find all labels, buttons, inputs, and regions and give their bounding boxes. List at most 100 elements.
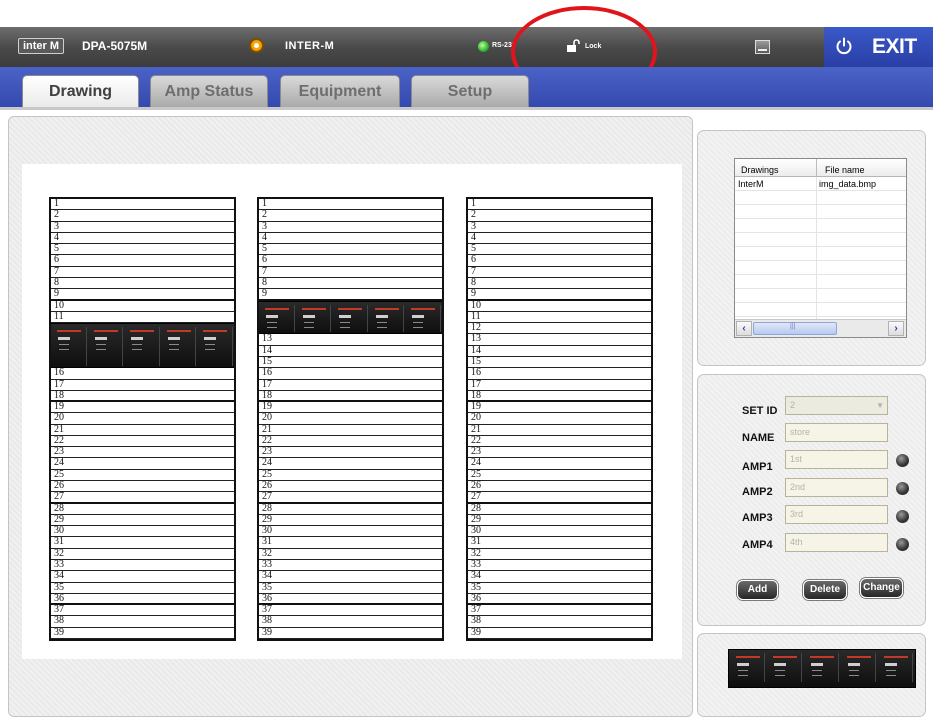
rack-unit-row[interactable]: 6 xyxy=(468,255,651,267)
rack-unit-row[interactable]: 32 xyxy=(468,548,651,561)
rack-unit-row[interactable]: 37 xyxy=(468,605,651,617)
rack-unit-row[interactable]: 16 xyxy=(259,368,442,380)
rack-unit-row[interactable]: 39 xyxy=(259,627,442,639)
rack-unit-row[interactable]: 38 xyxy=(259,616,442,628)
amp2-field[interactable]: 2nd xyxy=(785,478,888,497)
rack-unit-row[interactable]: 31 xyxy=(51,537,234,549)
rack-unit-row[interactable]: 8 xyxy=(51,277,234,290)
rack-unit-row[interactable]: 18 xyxy=(468,390,651,403)
rack-unit-row[interactable]: 1 xyxy=(468,199,651,211)
rack-unit-row[interactable]: 10 xyxy=(468,300,651,312)
rack-unit-row[interactable]: 2 xyxy=(468,210,651,222)
horizontal-scrollbar[interactable]: ‹ › xyxy=(735,319,906,337)
drawings-list[interactable]: Drawings File name InterM img_data.bmp ‹ … xyxy=(734,158,907,338)
rack-unit-row[interactable]: 13 xyxy=(468,334,651,346)
rack-unit-row[interactable]: 9 xyxy=(51,289,234,301)
rack-unit-row[interactable]: 30 xyxy=(259,526,442,538)
rack-unit-row[interactable]: 27 xyxy=(468,492,651,504)
scroll-left-icon[interactable]: ‹ xyxy=(736,321,752,336)
rack-unit-row[interactable]: 24 xyxy=(468,458,651,470)
rack-unit-row[interactable]: 27 xyxy=(51,492,234,504)
rack-unit-row[interactable]: 28 xyxy=(468,503,651,515)
rack-2[interactable]: 1 2 3 4 5 6 7 8 9 13 14 15 16 17 18 19 20 21 22 23 24 25 26 27 2… xyxy=(257,197,444,641)
rack-unit-row[interactable]: 8 xyxy=(468,277,651,290)
rack-unit-row[interactable]: 12 xyxy=(468,323,651,335)
rack-unit-row[interactable]: 3 xyxy=(468,221,651,233)
rack-unit-row[interactable]: 37 xyxy=(259,605,442,617)
rack-unit-row[interactable]: 31 xyxy=(259,537,442,549)
rack-unit-row[interactable]: 34 xyxy=(51,571,234,583)
rack-unit-row[interactable]: 23 xyxy=(51,447,234,459)
rack-unit-row[interactable]: 10 xyxy=(51,300,234,312)
rack-unit-row[interactable]: 21 xyxy=(51,424,234,436)
rack-unit-row[interactable]: 5 xyxy=(259,244,442,256)
rack-unit-row[interactable]: 15 xyxy=(259,356,442,369)
rack-unit-row[interactable]: 18 xyxy=(259,390,442,403)
rack-unit-row[interactable]: 6 xyxy=(51,255,234,267)
rack-unit-row[interactable]: 20 xyxy=(51,413,234,425)
rack-unit-row[interactable]: 1 xyxy=(51,199,234,211)
rack-unit-row[interactable]: 35 xyxy=(468,582,651,594)
rack-unit-row[interactable]: 33 xyxy=(468,560,651,572)
rack-unit-row[interactable]: 34 xyxy=(468,571,651,583)
rack-unit-row[interactable]: 1 xyxy=(259,199,442,211)
rack-3[interactable]: 1 2 3 4 5 6 7 8 9 10 11 12 13 14 15 16 17 18 19 20 21 22 23 24 2… xyxy=(466,197,653,641)
rack-unit-row[interactable]: 22 xyxy=(259,435,442,448)
amplifier-unit[interactable] xyxy=(259,300,442,335)
rack-unit-row[interactable]: 36 xyxy=(259,593,442,606)
rack-unit-row[interactable]: 2 xyxy=(51,210,234,222)
rack-unit-row[interactable]: 26 xyxy=(259,481,442,493)
amp3-field[interactable]: 3rd xyxy=(785,505,888,524)
rack-unit-row[interactable]: 27 xyxy=(259,492,442,504)
rack-unit-row[interactable]: 16 xyxy=(51,368,234,380)
rack-unit-row[interactable]: 18 xyxy=(51,390,234,403)
rack-unit-row[interactable]: 24 xyxy=(259,458,442,470)
rack-unit-row[interactable]: 5 xyxy=(51,244,234,256)
scroll-thumb[interactable] xyxy=(753,322,837,335)
rack-unit-row[interactable]: 17 xyxy=(468,379,651,391)
rack-unit-row[interactable]: 38 xyxy=(51,616,234,628)
rack-unit-row[interactable]: 15 xyxy=(468,356,651,369)
rack-unit-row[interactable]: 6 xyxy=(259,255,442,267)
rack-unit-row[interactable]: 31 xyxy=(468,537,651,549)
rack-unit-row[interactable]: 17 xyxy=(51,379,234,391)
rack-unit-row[interactable]: 3 xyxy=(51,221,234,233)
rack-unit-row[interactable]: 34 xyxy=(259,571,442,583)
rack-unit-row[interactable]: 22 xyxy=(468,435,651,448)
change-button[interactable]: Change xyxy=(860,578,903,598)
rack-unit-row[interactable]: 11 xyxy=(51,311,234,324)
rack-unit-row[interactable]: 14 xyxy=(468,345,651,357)
rack-unit-row[interactable]: 28 xyxy=(51,503,234,515)
rack-unit-row[interactable]: 38 xyxy=(468,616,651,628)
rack-unit-row[interactable]: 26 xyxy=(51,481,234,493)
rack-unit-row[interactable]: 25 xyxy=(259,469,442,482)
rack-unit-row[interactable]: 29 xyxy=(259,514,442,527)
rack-unit-row[interactable]: 35 xyxy=(259,582,442,594)
rack-unit-row[interactable]: 19 xyxy=(259,402,442,414)
rack-unit-row[interactable]: 25 xyxy=(51,469,234,482)
name-field[interactable]: store xyxy=(785,423,888,442)
rack-unit-row[interactable]: 9 xyxy=(259,289,442,301)
tab-equipment[interactable]: Equipment xyxy=(280,75,400,108)
scroll-right-icon[interactable]: › xyxy=(888,321,904,336)
amp1-field[interactable]: 1st xyxy=(785,450,888,469)
rack-unit-row[interactable]: 35 xyxy=(51,582,234,594)
rack-unit-row[interactable]: 13 xyxy=(259,334,442,346)
rack-unit-row[interactable]: 4 xyxy=(259,232,442,245)
rack-unit-row[interactable]: 5 xyxy=(468,244,651,256)
rack-unit-row[interactable]: 30 xyxy=(51,526,234,538)
rack-unit-row[interactable]: 29 xyxy=(51,514,234,527)
list-item[interactable]: InterM img_data.bmp xyxy=(735,177,906,191)
rack-unit-row[interactable]: 39 xyxy=(468,627,651,639)
tab-setup[interactable]: Setup xyxy=(411,75,529,108)
column-drawings[interactable]: Drawings xyxy=(741,165,779,175)
rack-unit-row[interactable]: 25 xyxy=(468,469,651,482)
rack-unit-row[interactable]: 36 xyxy=(468,593,651,606)
rack-unit-row[interactable]: 7 xyxy=(51,266,234,278)
rack-unit-row[interactable]: 19 xyxy=(468,402,651,414)
rack-unit-row[interactable]: 14 xyxy=(259,345,442,357)
rack-unit-row[interactable]: 33 xyxy=(51,560,234,572)
rack-unit-row[interactable]: 24 xyxy=(51,458,234,470)
rack-unit-row[interactable]: 28 xyxy=(259,503,442,515)
set-id-select[interactable]: 2 ▼ xyxy=(785,396,888,415)
